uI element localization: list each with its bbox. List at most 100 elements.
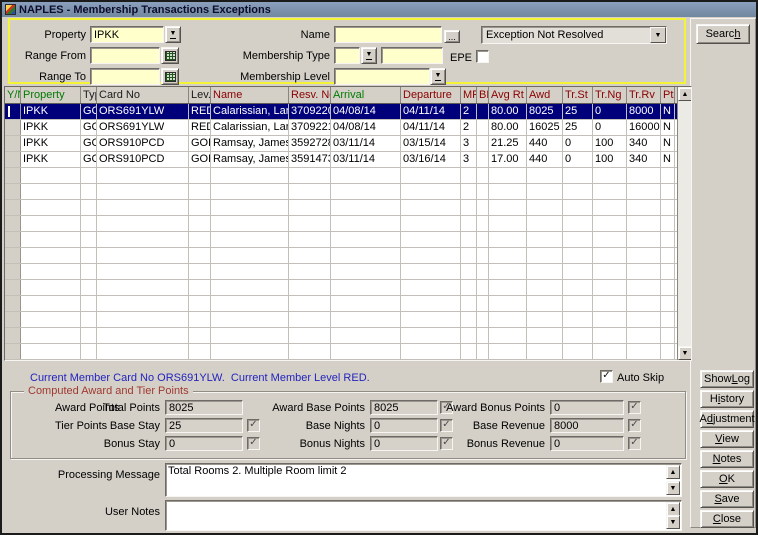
table-cell — [401, 264, 461, 279]
exception-status-select[interactable]: Exception Not Resolved ▼ — [481, 26, 667, 44]
table-cell — [563, 184, 593, 199]
bonus-revenue-label: Bonus Revenue — [432, 438, 545, 451]
table-cell — [401, 296, 461, 311]
view-button[interactable]: View — [700, 430, 754, 448]
membership-type-code-input[interactable] — [334, 47, 360, 64]
table-row[interactable] — [5, 312, 677, 328]
table-cell — [461, 200, 477, 215]
bonus-revenue-field[interactable] — [550, 436, 624, 451]
table-cell — [81, 296, 97, 311]
table-row[interactable] — [5, 232, 677, 248]
membership-level-lov-button[interactable]: ▼ — [430, 68, 446, 85]
bonus-stay-label: Bonus Stay — [100, 438, 160, 451]
table-row[interactable] — [5, 184, 677, 200]
table-row[interactable] — [5, 168, 677, 184]
table-cell — [489, 328, 527, 343]
table-cell — [5, 264, 21, 279]
table-cell — [97, 248, 189, 263]
close-button[interactable]: Close — [700, 510, 754, 528]
history-button[interactable]: History — [700, 390, 754, 408]
range-to-input[interactable] — [90, 68, 160, 85]
table-cell: 04/08/14 — [331, 104, 401, 119]
dropdown-arrow-icon[interactable]: ▼ — [650, 27, 666, 43]
property-input[interactable] — [90, 26, 164, 43]
table-row[interactable] — [5, 264, 677, 280]
table-cell — [563, 248, 593, 263]
table-row[interactable]: IPKKGCORS691YLWREDCalarissian, Lando3709… — [5, 104, 677, 120]
table-cell — [189, 312, 211, 327]
table-cell — [401, 184, 461, 199]
name-input[interactable] — [334, 26, 442, 43]
table-cell — [401, 168, 461, 183]
table-cell — [289, 312, 331, 327]
range-from-calendar-button[interactable] — [161, 47, 179, 64]
scroll-up-button[interactable]: ▲ — [666, 502, 680, 516]
membership-level-input[interactable] — [334, 68, 430, 85]
scroll-down-button[interactable]: ▼ — [678, 346, 692, 360]
table-cell — [331, 232, 401, 247]
table-cell — [5, 104, 21, 119]
check-icon: ✓ — [630, 420, 638, 430]
table-cell — [627, 200, 661, 215]
table-cell: 03/15/14 — [401, 136, 461, 151]
table-cell — [593, 200, 627, 215]
epe-checkbox[interactable] — [476, 50, 489, 63]
table-cell — [661, 296, 675, 311]
membership-type-lov-button[interactable]: ▼ — [361, 47, 377, 64]
range-from-input[interactable] — [90, 47, 160, 64]
scroll-down-button[interactable]: ▼ — [666, 481, 680, 495]
total-points-field[interactable] — [165, 400, 243, 415]
base-revenue-checkbox: ✓ — [628, 419, 641, 432]
base-revenue-field[interactable] — [550, 418, 624, 433]
grid-vertical-scrollbar[interactable]: ▲ ▼ — [677, 87, 691, 360]
table-row[interactable]: IPKKGCORS910PCDGOLDRamsay, James35914730… — [5, 152, 677, 168]
table-cell — [461, 168, 477, 183]
column-header: Tr.Rv — [627, 87, 661, 103]
table-cell — [5, 344, 21, 359]
table-row[interactable]: IPKKGCORS691YLWREDCalarissian, Lando3709… — [5, 120, 677, 136]
processing-message-box[interactable]: Total Rooms 2. Multiple Room limit 2 ▲ ▼ — [165, 463, 682, 497]
table-cell — [5, 184, 21, 199]
table-cell — [489, 344, 527, 359]
base-nights-label: Base Nights — [252, 420, 365, 433]
table-cell — [461, 312, 477, 327]
base-stay-field[interactable] — [165, 418, 243, 433]
scroll-up-button[interactable]: ▲ — [666, 465, 680, 479]
table-row[interactable] — [5, 248, 677, 264]
table-cell — [527, 216, 563, 231]
table-row[interactable] — [5, 200, 677, 216]
scroll-down-button[interactable]: ▼ — [666, 515, 680, 529]
table-row[interactable] — [5, 216, 677, 232]
auto-skip-checkbox[interactable]: ✓ — [600, 370, 613, 383]
table-row[interactable] — [5, 296, 677, 312]
table-cell — [97, 264, 189, 279]
award-bonus-points-field[interactable] — [550, 400, 624, 415]
base-nights-field[interactable] — [370, 418, 438, 433]
table-cell: 0 — [563, 152, 593, 167]
membership-type-name-input[interactable] — [381, 47, 443, 64]
search-button[interactable]: Search — [696, 24, 750, 44]
ok-button[interactable]: OK — [700, 470, 754, 488]
save-button[interactable]: Save — [700, 490, 754, 508]
name-lookup-button[interactable]: ... — [444, 30, 460, 43]
show-log-button[interactable]: Show Log — [700, 370, 754, 388]
adjustment-button[interactable]: Adjustment — [700, 410, 754, 428]
award-base-points-field[interactable] — [370, 400, 438, 415]
table-row[interactable] — [5, 328, 677, 344]
table-cell: 03/16/14 — [401, 152, 461, 167]
table-cell — [21, 200, 81, 215]
bonus-stay-field[interactable] — [165, 436, 243, 451]
table-cell: 3 — [461, 136, 477, 151]
table-row[interactable] — [5, 344, 677, 360]
scroll-up-button[interactable]: ▲ — [678, 87, 692, 101]
bonus-nights-field[interactable] — [370, 436, 438, 451]
table-row[interactable]: IPKKGCORS910PCDGOLDRamsay, James35927280… — [5, 136, 677, 152]
table-cell: 8000 — [627, 104, 661, 119]
notes-button[interactable]: Notes — [700, 450, 754, 468]
title-bar[interactable]: NAPLES - Membership Transactions Excepti… — [2, 2, 756, 17]
user-notes-box[interactable]: ▲ ▼ — [165, 500, 682, 531]
column-header: BB — [477, 87, 489, 103]
table-row[interactable] — [5, 280, 677, 296]
property-lov-button[interactable]: ▼ — [165, 26, 181, 43]
range-to-calendar-button[interactable] — [161, 68, 179, 85]
